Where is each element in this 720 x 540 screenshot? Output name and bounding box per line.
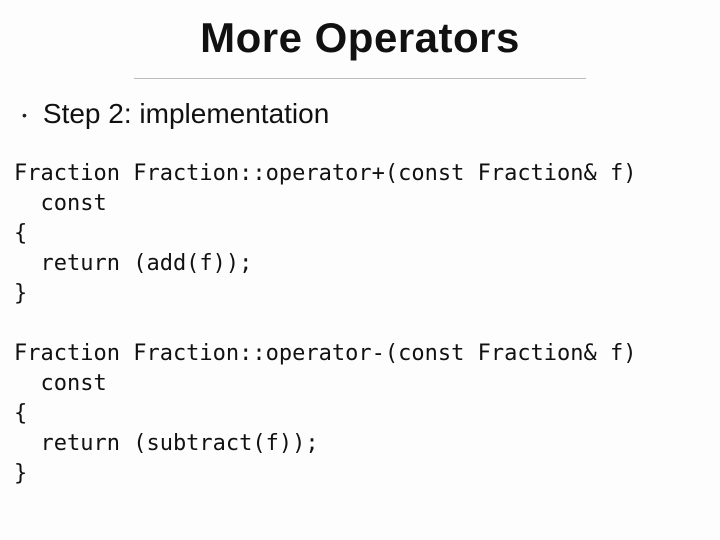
bullet-icon: • bbox=[22, 97, 27, 133]
code-block-1: Fraction Fraction::operator+(const Fract… bbox=[14, 159, 708, 309]
slide-title: More Operators bbox=[12, 14, 708, 62]
title-divider bbox=[134, 78, 586, 79]
slide: More Operators • Step 2: implementation … bbox=[0, 0, 720, 540]
code-block-2: Fraction Fraction::operator-(const Fract… bbox=[14, 339, 708, 489]
bullet-item: • Step 2: implementation bbox=[20, 97, 708, 133]
step-text: Step 2: implementation bbox=[43, 97, 329, 131]
